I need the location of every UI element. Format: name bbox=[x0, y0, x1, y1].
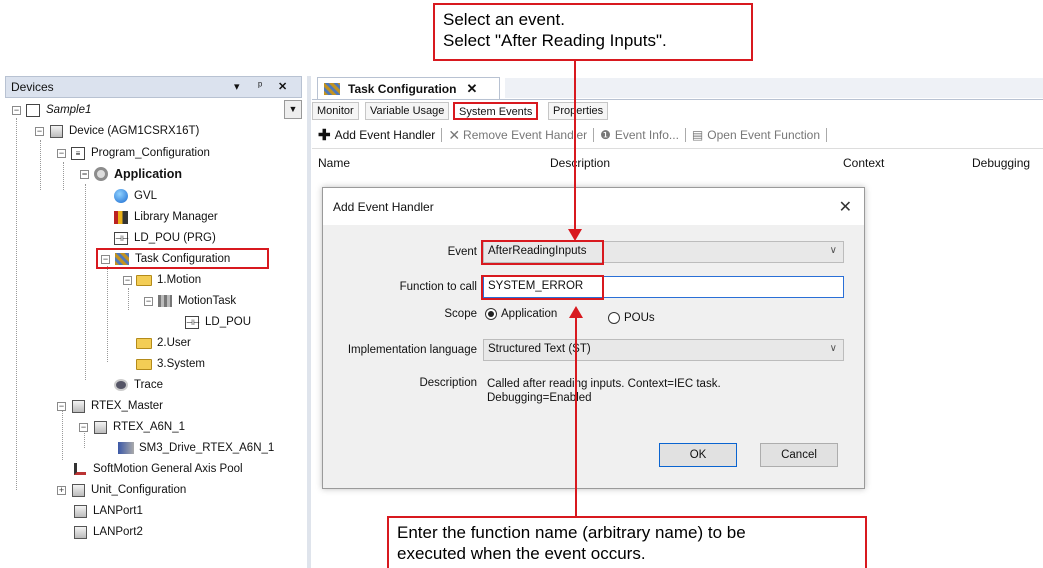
library-icon bbox=[113, 210, 129, 224]
tree-item-trace[interactable]: Trace bbox=[113, 375, 163, 395]
function-highlight bbox=[481, 275, 604, 300]
events-table-header: Name Description Context Debugging bbox=[312, 148, 1043, 174]
scope-pous-radio[interactable]: POUs bbox=[608, 312, 655, 324]
tab-variable-usage[interactable]: Variable Usage bbox=[365, 102, 450, 120]
event-highlight bbox=[481, 240, 604, 265]
add-event-handler-button[interactable]: Add Event Handler bbox=[335, 128, 436, 142]
implementation-language-select[interactable]: Structured Text (ST) ∨ bbox=[483, 339, 844, 361]
tree-item-application[interactable]: − Application bbox=[80, 164, 182, 184]
tree-item-lanport1[interactable]: LANPort1 bbox=[72, 501, 143, 521]
tree-item-gvl[interactable]: GVL bbox=[113, 186, 157, 206]
tree-item-sample1[interactable]: − Sample1 bbox=[12, 100, 91, 120]
tree-item-device[interactable]: − Device (AGM1CSRX16T) bbox=[35, 121, 199, 141]
tree-item-system-folder[interactable]: 3.System bbox=[136, 354, 205, 374]
program-config-icon: ≡ bbox=[70, 146, 86, 160]
add-event-handler-dialog: Add Event Handler ✕ Event AfterReadingIn… bbox=[322, 187, 865, 489]
tab-properties[interactable]: Properties bbox=[548, 102, 609, 120]
tree-item-rtex-master[interactable]: − RTEX_Master bbox=[57, 396, 163, 416]
device-icon bbox=[72, 525, 88, 539]
toolbar: ✚ Add Event Handler ✕ Remove Event Handl… bbox=[312, 124, 1043, 146]
top-arrow-head bbox=[568, 229, 582, 241]
axis-pool-icon bbox=[72, 462, 88, 476]
cancel-button[interactable]: Cancel bbox=[760, 443, 838, 467]
devices-panel-header: Devices ▾ ᵖ ✕ bbox=[5, 76, 302, 98]
bottom-callout: Enter the function name (arbitrary name)… bbox=[387, 516, 867, 568]
device-icon bbox=[70, 399, 86, 413]
ok-button[interactable]: OK bbox=[659, 443, 737, 467]
tree-item-sm3-drive[interactable]: SM3_Drive_RTEX_A6N_1 bbox=[118, 438, 274, 458]
pou-icon: ⊣⊢ bbox=[114, 231, 129, 245]
trace-icon bbox=[113, 378, 129, 392]
editor-tabstrip bbox=[505, 78, 1043, 98]
dialog-close-icon[interactable]: ✕ bbox=[839, 197, 852, 217]
event-label: Event bbox=[447, 246, 477, 258]
tree-item-motion-folder[interactable]: − 1.Motion bbox=[123, 270, 201, 290]
info-icon: ❶ bbox=[600, 128, 611, 142]
tab-system-events[interactable]: System Events bbox=[453, 102, 539, 120]
drive-icon bbox=[118, 441, 134, 455]
column-context[interactable]: Context bbox=[843, 156, 884, 170]
open-event-function-button[interactable]: Open Event Function bbox=[707, 128, 820, 142]
bottom-arrow-line bbox=[575, 318, 577, 523]
device-icon bbox=[48, 124, 64, 138]
folder-icon bbox=[136, 336, 152, 350]
description-label: Description bbox=[419, 377, 477, 389]
tree-item-library-manager[interactable]: Library Manager bbox=[113, 207, 218, 227]
description-text: Called after reading inputs. Context=IEC… bbox=[487, 378, 721, 404]
dialog-titlebar: Add Event Handler ✕ bbox=[323, 188, 864, 225]
folder-icon bbox=[136, 273, 152, 287]
chevron-down-icon: ∨ bbox=[829, 343, 837, 354]
device-icon bbox=[72, 504, 88, 518]
tree-item-unit-configuration[interactable]: + Unit_Configuration bbox=[57, 480, 186, 500]
scope-label: Scope bbox=[444, 308, 477, 320]
column-debugging[interactable]: Debugging bbox=[972, 156, 1030, 170]
folder-icon bbox=[136, 357, 152, 371]
project-icon bbox=[25, 103, 41, 117]
top-callout: Select an event. Select "After Reading I… bbox=[433, 3, 753, 61]
globe-icon bbox=[113, 189, 129, 203]
devices-panel-title: Devices bbox=[11, 80, 54, 94]
open-function-icon: ▤ bbox=[691, 128, 704, 142]
tree-dropdown-button[interactable]: ▼ bbox=[284, 100, 302, 119]
close-icon[interactable]: ✕ bbox=[278, 80, 287, 93]
tree-item-softmotion-axis-pool[interactable]: SoftMotion General Axis Pool bbox=[72, 459, 243, 479]
device-icon bbox=[70, 483, 86, 497]
remove-icon: ✕ bbox=[448, 126, 461, 143]
tree-item-ld-pou[interactable]: ⊣⊢ LD_POU bbox=[184, 312, 251, 332]
column-name[interactable]: Name bbox=[318, 156, 350, 170]
dropdown-icon[interactable]: ▾ bbox=[234, 80, 240, 93]
function-label: Function to call bbox=[399, 281, 477, 293]
pin-icon[interactable]: ᵖ bbox=[258, 80, 262, 92]
dialog-title: Add Event Handler bbox=[333, 199, 434, 214]
tab-monitor[interactable]: Monitor bbox=[312, 102, 359, 120]
top-arrow-line bbox=[574, 61, 576, 231]
add-icon: ✚ bbox=[318, 127, 331, 144]
tree-item-program-configuration[interactable]: − ≡ Program_Configuration bbox=[57, 143, 210, 163]
scope-application-radio[interactable]: Application bbox=[485, 308, 557, 320]
gear-icon bbox=[93, 167, 109, 181]
tab-task-configuration[interactable]: Task Configuration ✕ bbox=[317, 77, 500, 99]
chevron-down-icon: ∨ bbox=[829, 245, 837, 256]
tree-item-rtex-a6n[interactable]: − RTEX_A6N_1 bbox=[79, 417, 185, 437]
implementation-language-label: Implementation language bbox=[347, 344, 477, 356]
bottom-arrow-head bbox=[569, 306, 583, 318]
motion-task-icon bbox=[157, 294, 173, 308]
event-info-button[interactable]: Event Info... bbox=[615, 128, 679, 142]
tree-item-lanport2[interactable]: LANPort2 bbox=[72, 522, 143, 542]
remove-event-handler-button[interactable]: Remove Event Handler bbox=[463, 128, 587, 142]
task-configuration-highlight bbox=[96, 248, 269, 269]
tree-item-user-folder[interactable]: 2.User bbox=[136, 333, 191, 353]
task-config-icon bbox=[324, 82, 340, 95]
device-icon bbox=[92, 420, 108, 434]
tree-item-motiontask[interactable]: − MotionTask bbox=[144, 291, 236, 311]
tree-item-ld-pou-prg[interactable]: ⊣⊢ LD_POU (PRG) bbox=[113, 228, 216, 248]
panel-splitter[interactable] bbox=[307, 76, 311, 568]
pou-call-icon: ⊣⊢ bbox=[185, 315, 200, 329]
column-description[interactable]: Description bbox=[550, 156, 610, 170]
close-tab-icon[interactable]: ✕ bbox=[466, 81, 477, 97]
